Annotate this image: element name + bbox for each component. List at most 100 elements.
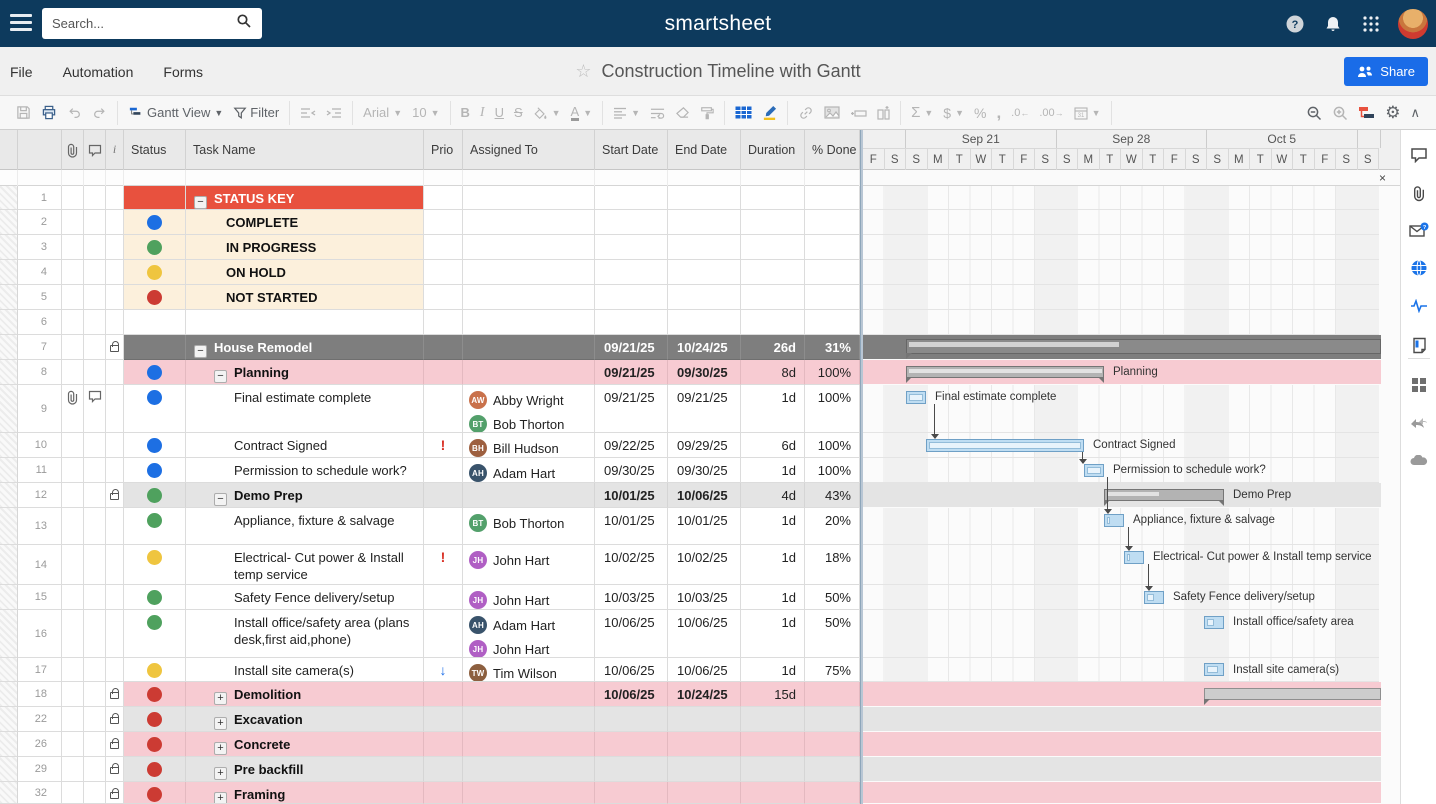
gantt-task-bar[interactable] (926, 439, 1084, 452)
cell-start[interactable]: 09/21/25 (595, 335, 668, 360)
cell-task[interactable]: Appliance, fixture & salvage (186, 508, 424, 545)
cell-prio[interactable] (424, 732, 463, 757)
cell-start[interactable] (595, 732, 668, 757)
cell-attach[interactable] (62, 757, 84, 782)
column-header-prio[interactable]: Prio (424, 130, 463, 170)
menu-hamburger-icon[interactable] (10, 14, 32, 32)
cell-dur[interactable]: 1d (741, 385, 805, 433)
cell-end[interactable]: 10/01/25 (668, 508, 741, 545)
cell-comment[interactable] (84, 707, 106, 732)
cell-task[interactable]: Install site camera(s) (186, 658, 424, 682)
status-dot-blue[interactable] (147, 438, 162, 453)
cell-comment[interactable] (84, 310, 106, 335)
date-format-button[interactable]: 31 ▼ (1069, 100, 1106, 126)
cell-end[interactable] (668, 310, 741, 335)
cell-task[interactable]: − Demo Prep (186, 483, 424, 508)
cell-comment[interactable] (84, 732, 106, 757)
cell-dur[interactable]: 6d (741, 433, 805, 458)
gantt-task-bar[interactable] (1084, 464, 1104, 477)
cell-prio[interactable] (424, 508, 463, 545)
filter-button[interactable]: Filter (228, 100, 284, 126)
cell-start[interactable]: 09/22/25 (595, 433, 668, 458)
cell-end[interactable]: 10/03/25 (668, 585, 741, 610)
status-dot-green[interactable] (147, 513, 162, 528)
cell-pct[interactable] (805, 707, 860, 732)
cell-status[interactable] (124, 782, 186, 804)
cell-dur[interactable]: 1d (741, 508, 805, 545)
cell-comment[interactable] (84, 545, 106, 585)
status-dot-green[interactable] (147, 615, 162, 630)
cell-pct[interactable] (805, 682, 860, 707)
cell-assigned[interactable]: AW Abby Wright BT Bob Thorton (463, 385, 595, 433)
cell-status[interactable] (124, 260, 186, 285)
cell-attach[interactable] (62, 707, 84, 732)
status-dot-red[interactable] (147, 737, 162, 752)
cell-assigned[interactable]: AH Adam Hart JH John Hart (463, 610, 595, 658)
cell-dur[interactable] (741, 235, 805, 260)
cell-assigned[interactable] (463, 235, 595, 260)
cell-task[interactable]: Electrical- Cut power & Install temp ser… (186, 545, 424, 585)
cell-pct[interactable]: 50% (805, 610, 860, 658)
cell-prio[interactable] (424, 385, 463, 433)
save-button[interactable] (11, 100, 36, 126)
cell-start[interactable]: 10/01/25 (595, 483, 668, 508)
underline-button[interactable]: U (490, 100, 509, 126)
cell-assigned[interactable] (463, 757, 595, 782)
share-button[interactable]: Share (1344, 57, 1428, 86)
redo-button[interactable] (87, 100, 112, 126)
cell-start[interactable] (595, 757, 668, 782)
cell-task[interactable]: + Concrete (186, 732, 424, 757)
cell-comment[interactable] (84, 757, 106, 782)
zoom-in-button[interactable] (1327, 100, 1353, 126)
cell-prio[interactable] (424, 335, 463, 360)
column-header-status[interactable]: Status (124, 130, 186, 170)
expand-icon[interactable]: + (214, 767, 227, 780)
cell-start[interactable] (595, 260, 668, 285)
gantt-task-bar[interactable] (906, 391, 926, 404)
cell-assigned[interactable]: TW Tim Wilson (463, 658, 595, 682)
gantt-summary-bar[interactable] (906, 339, 1381, 359)
cell-status[interactable] (124, 385, 186, 433)
outdent-button[interactable] (295, 100, 321, 126)
cell-num[interactable]: 11 (18, 458, 62, 483)
cell-pct[interactable]: 75% (805, 658, 860, 682)
status-dot-red[interactable] (147, 290, 162, 305)
cell-end[interactable] (668, 210, 741, 235)
cell-end[interactable]: 10/06/25 (668, 610, 741, 658)
Arial-button[interactable]: Arial ▼ (358, 100, 407, 126)
cell-pct[interactable]: 18% (805, 545, 860, 585)
cell-task[interactable]: Install office/safety area (plans desk,f… (186, 610, 424, 658)
cell-attach[interactable] (62, 260, 84, 285)
cell-assigned[interactable] (463, 186, 595, 210)
cell-prio[interactable] (424, 235, 463, 260)
cell-task[interactable]: + Demolition (186, 682, 424, 707)
cell-start[interactable]: 09/21/25 (595, 385, 668, 433)
cell-dur[interactable]: 1d (741, 458, 805, 483)
cell-end[interactable]: 09/21/25 (668, 385, 741, 433)
cell-pct[interactable] (805, 210, 860, 235)
cell-attach[interactable] (62, 585, 84, 610)
cell-num[interactable]: 26 (18, 732, 62, 757)
cell-comment[interactable] (84, 335, 106, 360)
collapse-icon[interactable]: − (194, 345, 207, 358)
cell-prio[interactable] (424, 260, 463, 285)
status-dot-red[interactable] (147, 787, 162, 802)
cell-end[interactable] (668, 260, 741, 285)
search-icon[interactable] (236, 13, 252, 34)
cell-task[interactable]: Safety Fence delivery/setup (186, 585, 424, 610)
cell-comment[interactable] (84, 658, 106, 682)
tags-icon[interactable] (1401, 446, 1436, 476)
row-attachment-icon[interactable] (62, 385, 84, 433)
column-header-info[interactable]: i (106, 130, 124, 170)
cell-assigned[interactable] (463, 732, 595, 757)
cell-prio[interactable] (424, 285, 463, 310)
cell-dur[interactable] (741, 310, 805, 335)
cell-task[interactable]: Contract Signed (186, 433, 424, 458)
cell-task[interactable]: IN PROGRESS (186, 235, 424, 260)
cell-start[interactable]: 10/06/25 (595, 658, 668, 682)
cell-start[interactable]: 09/30/25 (595, 458, 668, 483)
cell-prio[interactable] (424, 757, 463, 782)
cell-pct[interactable] (805, 260, 860, 285)
collapse-icon[interactable]: − (194, 196, 207, 209)
cell-task[interactable]: ON HOLD (186, 260, 424, 285)
